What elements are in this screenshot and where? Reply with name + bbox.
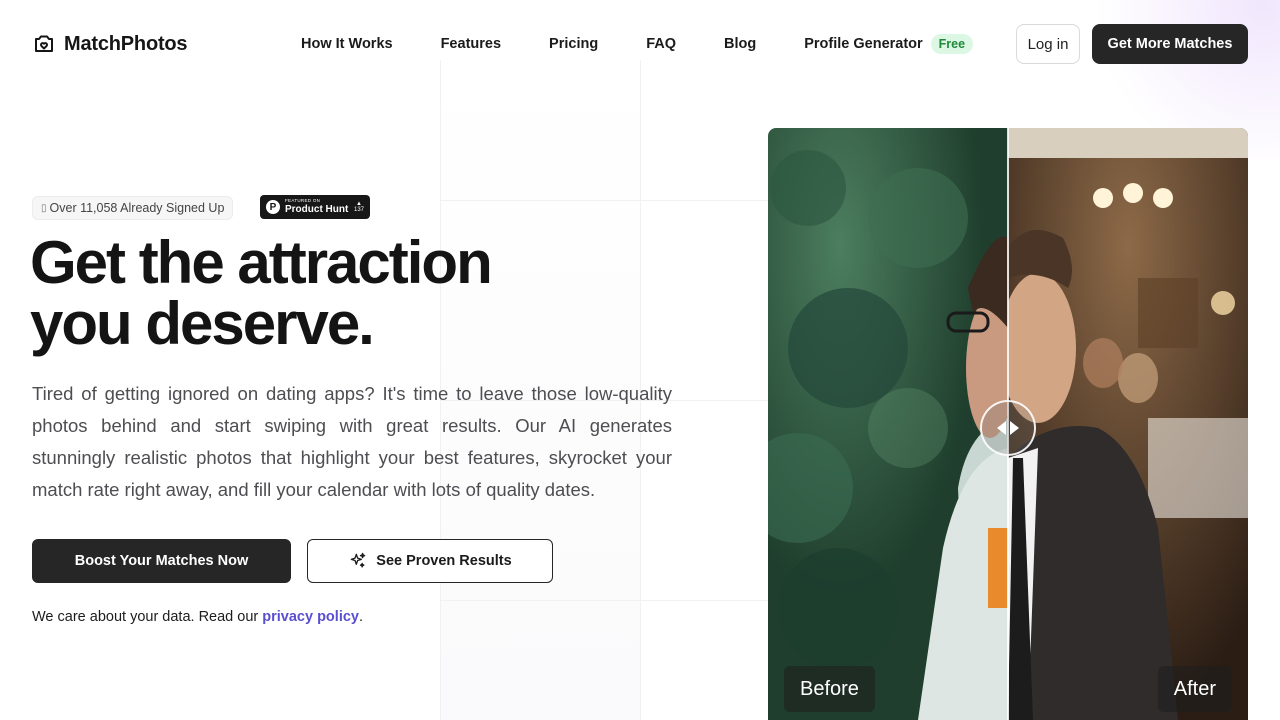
- brand-logo[interactable]: MatchPhotos: [32, 32, 188, 56]
- hero-title-line1: Get the attraction: [30, 229, 493, 296]
- site-header: MatchPhotos How It Works Features Pricin…: [0, 0, 1280, 88]
- nav-faq[interactable]: FAQ: [646, 36, 676, 52]
- privacy-policy-link[interactable]: privacy policy: [262, 609, 359, 625]
- boost-matches-button[interactable]: Boost Your Matches Now: [32, 539, 291, 583]
- nav-how-it-works[interactable]: How It Works: [301, 36, 393, 52]
- free-badge: Free: [930, 34, 974, 54]
- privacy-suffix: .: [358, 609, 364, 625]
- main-nav: How It Works Features Pricing FAQ Blog P…: [301, 34, 974, 54]
- before-label: Before: [784, 666, 875, 712]
- nav-blog[interactable]: Blog: [724, 36, 756, 52]
- hero-title: Get the attraction you deserve.: [30, 232, 590, 354]
- nav-profile-generator[interactable]: Profile Generator: [804, 36, 922, 52]
- before-photo: [768, 128, 1008, 720]
- camera-heart-icon: [35, 35, 53, 52]
- see-results-button[interactable]: See Proven Results: [307, 539, 553, 583]
- get-more-matches-button[interactable]: Get More Matches: [1092, 24, 1248, 64]
- signup-count-badge: ▯ Over 11,058 Already Signed Up: [32, 196, 234, 220]
- brand-name: MatchPhotos: [64, 32, 188, 55]
- hero-title-line2: you deserve.: [30, 290, 375, 357]
- sparkles-icon: [350, 552, 366, 568]
- privacy-prefix: We care about your data. Read our: [32, 609, 263, 625]
- signup-count-text: Over 11,058 Already Signed Up: [49, 201, 225, 215]
- product-hunt-name: Product Hunt: [285, 203, 349, 215]
- privacy-note: We care about your data. Read our privac…: [32, 609, 363, 625]
- login-button[interactable]: Log in: [1016, 24, 1080, 64]
- product-hunt-count: 137: [353, 207, 364, 213]
- sparkle-icon: ▯: [41, 202, 47, 214]
- hero-description: Tired of getting ignored on dating apps?…: [32, 383, 672, 500]
- product-hunt-icon: P: [266, 200, 280, 214]
- see-results-label: See Proven Results: [376, 553, 512, 569]
- product-hunt-badge[interactable]: P FEATURED ON Product Hunt ▲ 137: [260, 195, 370, 219]
- nav-features[interactable]: Features: [441, 36, 501, 52]
- after-photo: [1008, 128, 1248, 720]
- before-after-comparison[interactable]: Before After: [768, 128, 1248, 720]
- slider-arrows-icon[interactable]: [980, 400, 1036, 456]
- after-label: After: [1157, 666, 1232, 712]
- nav-pricing[interactable]: Pricing: [549, 36, 598, 52]
